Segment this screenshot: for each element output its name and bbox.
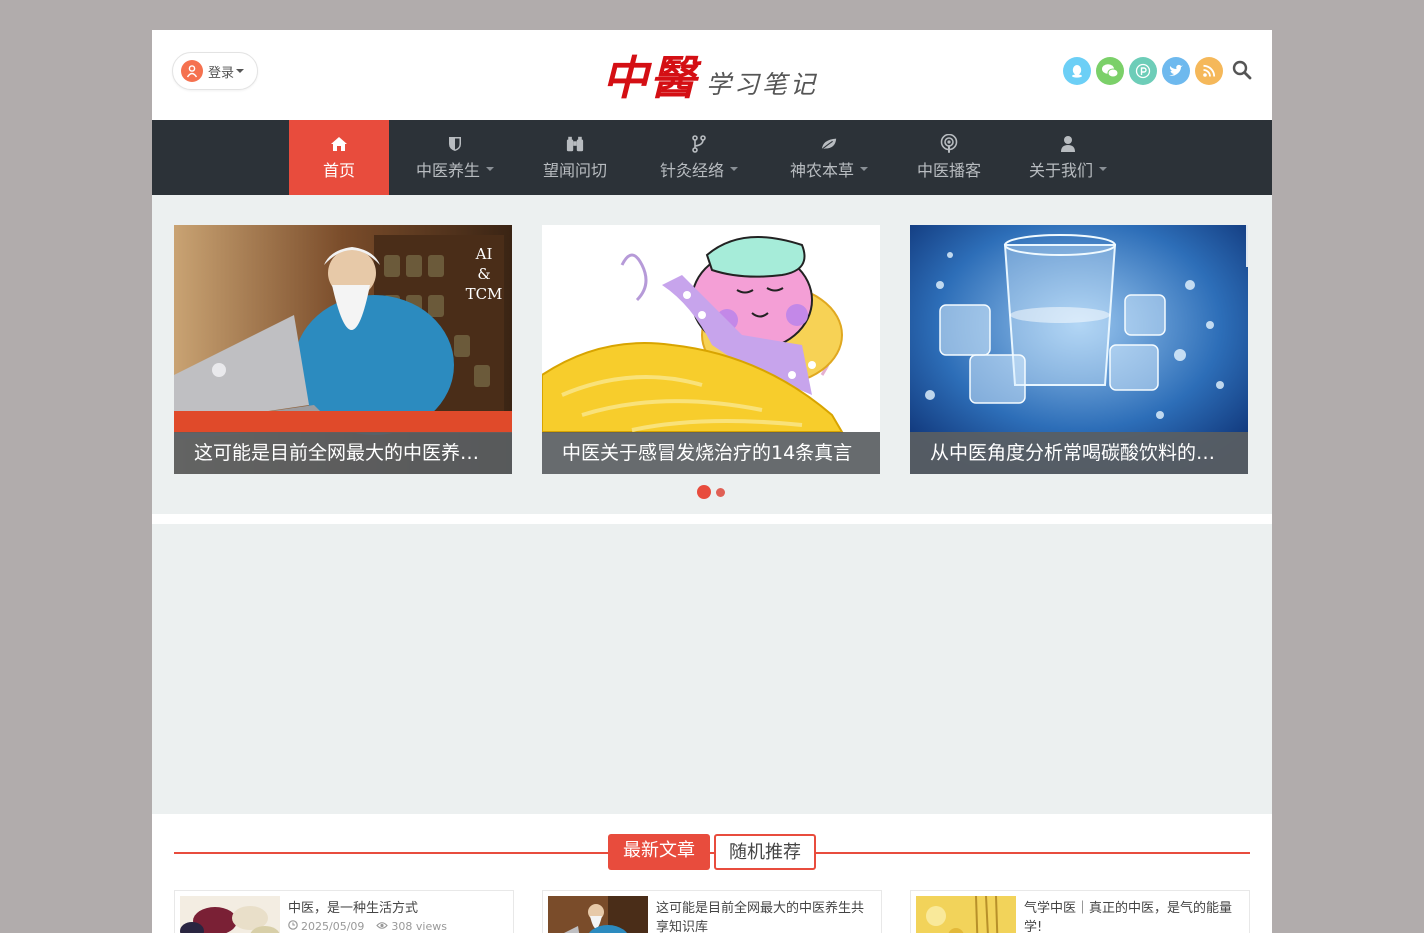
article-title[interactable]: 气学中医｜真正的中医，是气的能量学! — [1024, 899, 1244, 933]
podcast-icon — [940, 133, 958, 153]
nav-item-about[interactable]: 关于我们 — [1018, 120, 1118, 195]
social-links — [1063, 57, 1223, 85]
page-container: 登录 中醫 学习笔记 首页 中医养生 望闻问切 针灸经络 神农本草 中医播客 关… — [152, 30, 1272, 933]
articles-section: 最新文章 随机推荐 中医，是一种生活方式 2025/05/09 308 view… — [152, 814, 1272, 933]
eye-icon — [376, 920, 389, 933]
slide-card[interactable]: 中医关于感冒发烧治疗的14条真言 — [542, 225, 880, 474]
chevron-down-icon — [236, 69, 245, 73]
article-title[interactable]: 这可能是目前全网最大的中医养生共享知识库 — [656, 899, 876, 933]
slide-image-text: AI — [475, 245, 493, 263]
leaf-icon — [820, 135, 838, 153]
nav-label: 关于我们 — [1028, 160, 1093, 180]
chevron-down-icon — [860, 166, 868, 171]
nav-item-podcast[interactable]: 中医播客 — [903, 120, 995, 195]
tab-underline — [174, 852, 1250, 854]
logo-sub-text: 学习笔记 — [706, 70, 819, 99]
nav-item-health[interactable]: 中医养生 — [405, 120, 505, 195]
nav-item-diagnosis[interactable]: 望闻问切 — [529, 120, 621, 195]
nav-label: 神农本草 — [789, 160, 854, 180]
rss-icon[interactable] — [1195, 57, 1223, 85]
slider-dot[interactable] — [716, 487, 725, 497]
clock-icon — [288, 920, 298, 933]
slide-image-text: & — [477, 265, 490, 283]
logo-main-text: 中醫 — [602, 51, 698, 105]
code-fork-icon — [690, 134, 708, 153]
section-divider — [152, 514, 1272, 524]
article-meta: 2025/05/09 308 views — [288, 920, 447, 933]
home-icon — [330, 135, 348, 153]
search-icon[interactable] — [1232, 60, 1252, 80]
user-icon — [1059, 135, 1077, 153]
nav-label: 针灸经络 — [659, 160, 724, 180]
chevron-down-icon — [1099, 166, 1107, 171]
shield-icon — [446, 135, 464, 153]
article-card[interactable]: 这可能是目前全网最大的中医养生共享知识库 — [542, 890, 882, 933]
article-thumbnail[interactable] — [180, 896, 280, 933]
article-thumbnail[interactable] — [548, 896, 648, 933]
nav-item-herbs[interactable]: 神农本草 — [779, 120, 879, 195]
slide-caption[interactable]: 中医关于感冒发烧治疗的14条真言 — [542, 432, 880, 474]
site-logo[interactable]: 中醫 学习笔记 — [602, 44, 822, 104]
slide-caption[interactable]: 从中医角度分析常喝碳酸饮料的… — [910, 432, 1248, 474]
slide-image-text: TCM — [466, 285, 503, 303]
nav-label: 中医养生 — [415, 160, 480, 180]
tab-latest[interactable]: 最新文章 — [608, 834, 710, 870]
tab-random[interactable]: 随机推荐 — [714, 834, 816, 870]
nav-item-home[interactable]: 首页 — [289, 120, 389, 195]
site-header: 登录 中醫 学习笔记 — [152, 30, 1272, 120]
article-title[interactable]: 中医，是一种生活方式 — [288, 899, 508, 918]
article-thumbnail[interactable] — [916, 896, 1016, 933]
article-views: 308 views — [391, 920, 447, 933]
login-label: 登录 — [208, 65, 235, 81]
nav-label: 首页 — [322, 160, 355, 180]
nav-label: 中医播客 — [916, 160, 981, 180]
main-nav: 首页 中医养生 望闻问切 针灸经络 神农本草 中医播客 关于我们 — [152, 120, 1272, 195]
slide-caption[interactable]: 这可能是目前全网最大的中医养… — [174, 432, 512, 474]
article-card[interactable]: 中医，是一种生活方式 2025/05/09 308 views — [174, 890, 514, 933]
chevron-down-icon — [730, 166, 738, 171]
slide-card[interactable]: AI & TCM 这可能是目前全网最大的中医养… — [174, 225, 512, 474]
ad-placeholder — [152, 524, 1272, 814]
slider-pagination — [697, 485, 725, 499]
qq-icon[interactable] — [1063, 57, 1091, 85]
binoculars-icon — [566, 135, 584, 153]
login-button[interactable]: 登录 — [172, 52, 258, 90]
chevron-down-icon — [486, 166, 494, 171]
slide-card[interactable]: 从中医角度分析常喝碳酸饮料的… — [910, 225, 1248, 474]
user-avatar-icon — [181, 60, 203, 82]
pixiv-icon[interactable] — [1129, 57, 1157, 85]
nav-label: 望闻问切 — [542, 160, 607, 180]
featured-slider: AI & TCM 这可能是目前全网最大的中医养… 中医关于感冒发烧治疗的14条真… — [174, 225, 1250, 475]
article-date: 2025/05/09 — [301, 920, 365, 933]
twitter-icon[interactable] — [1162, 57, 1190, 85]
article-card[interactable]: 气学中医｜真正的中医，是气的能量学! — [910, 890, 1250, 933]
slider-dot-active[interactable] — [697, 485, 711, 499]
wechat-icon[interactable] — [1096, 57, 1124, 85]
nav-item-acupuncture[interactable]: 针灸经络 — [649, 120, 749, 195]
